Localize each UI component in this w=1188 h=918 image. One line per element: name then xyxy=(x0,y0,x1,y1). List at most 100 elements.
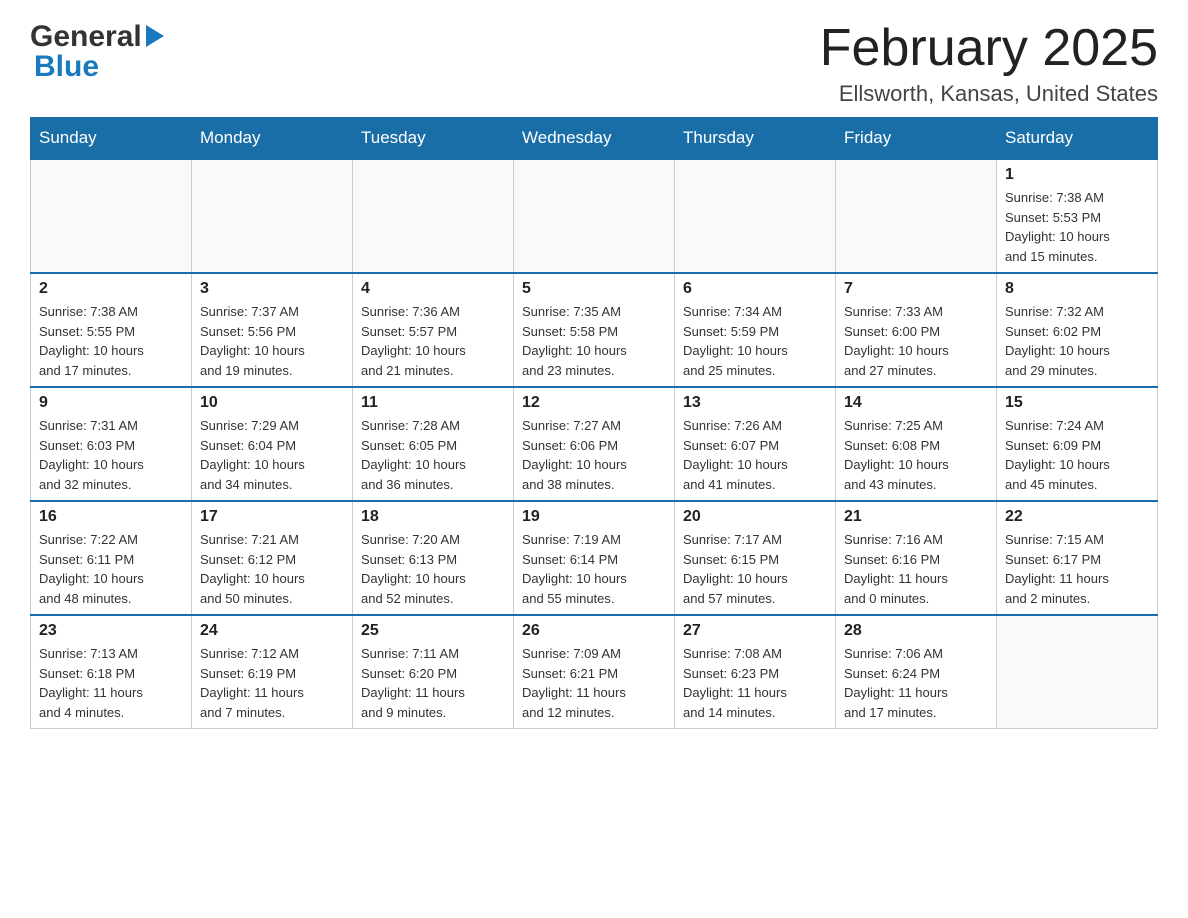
day-info: Sunrise: 7:06 AM Sunset: 6:24 PM Dayligh… xyxy=(844,644,988,722)
calendar-week-row: 16 Sunrise: 7:22 AM Sunset: 6:11 PM Dayli… xyxy=(31,501,1158,615)
day-info: Sunrise: 7:36 AM Sunset: 5:57 PM Dayligh… xyxy=(361,302,505,380)
day-info: Sunrise: 7:24 AM Sunset: 6:09 PM Dayligh… xyxy=(1005,416,1149,494)
calendar-day-cell: 27 Sunrise: 7:08 AM Sunset: 6:23 PM Dayli… xyxy=(675,615,836,729)
calendar-day-cell: 9Sunrise: 7:31 AM Sunset: 6:03 PM Daylig… xyxy=(31,387,192,501)
day-info: Sunrise: 7:29 AM Sunset: 6:04 PM Dayligh… xyxy=(200,416,344,494)
day-number: 7 xyxy=(844,280,988,298)
day-number: 6 xyxy=(683,280,827,298)
day-of-week-header: Friday xyxy=(836,118,997,160)
calendar-day-cell xyxy=(353,159,514,273)
day-number: 23 xyxy=(39,622,183,640)
calendar-day-cell: 15 Sunrise: 7:24 AM Sunset: 6:09 PM Dayli… xyxy=(997,387,1158,501)
day-info: Sunrise: 7:25 AM Sunset: 6:08 PM Dayligh… xyxy=(844,416,988,494)
day-number: 20 xyxy=(683,508,827,526)
calendar-day-cell: 26 Sunrise: 7:09 AM Sunset: 6:21 PM Dayli… xyxy=(514,615,675,729)
day-info: Sunrise: 7:13 AM Sunset: 6:18 PM Dayligh… xyxy=(39,644,183,722)
day-of-week-header: Tuesday xyxy=(353,118,514,160)
day-number: 5 xyxy=(522,280,666,298)
calendar-day-cell: 19 Sunrise: 7:19 AM Sunset: 6:14 PM Dayli… xyxy=(514,501,675,615)
logo-general-text: General xyxy=(30,20,142,54)
calendar-day-cell: 16 Sunrise: 7:22 AM Sunset: 6:11 PM Dayli… xyxy=(31,501,192,615)
calendar-table: SundayMondayTuesdayWednesdayThursdayFrid… xyxy=(30,117,1158,729)
calendar-header: SundayMondayTuesdayWednesdayThursdayFrid… xyxy=(31,118,1158,160)
day-number: 19 xyxy=(522,508,666,526)
calendar-day-cell: 22 Sunrise: 7:15 AM Sunset: 6:17 PM Dayli… xyxy=(997,501,1158,615)
calendar-day-cell xyxy=(514,159,675,273)
logo-blue-text: Blue xyxy=(34,50,99,84)
day-number: 13 xyxy=(683,394,827,412)
day-info: Sunrise: 7:19 AM Sunset: 6:14 PM Dayligh… xyxy=(522,530,666,608)
day-info: Sunrise: 7:34 AM Sunset: 5:59 PM Dayligh… xyxy=(683,302,827,380)
day-of-week-header: Saturday xyxy=(997,118,1158,160)
day-info: Sunrise: 7:15 AM Sunset: 6:17 PM Dayligh… xyxy=(1005,530,1149,608)
day-number: 3 xyxy=(200,280,344,298)
calendar-day-cell xyxy=(836,159,997,273)
calendar-day-cell: 25 Sunrise: 7:11 AM Sunset: 6:20 PM Dayli… xyxy=(353,615,514,729)
calendar-week-row: 2 Sunrise: 7:38 AM Sunset: 5:55 PM Daylig… xyxy=(31,273,1158,387)
calendar-day-cell: 23 Sunrise: 7:13 AM Sunset: 6:18 PM Dayli… xyxy=(31,615,192,729)
calendar-day-cell: 12Sunrise: 7:27 AM Sunset: 6:06 PM Dayli… xyxy=(514,387,675,501)
calendar-week-row: 9Sunrise: 7:31 AM Sunset: 6:03 PM Daylig… xyxy=(31,387,1158,501)
day-info: Sunrise: 7:22 AM Sunset: 6:11 PM Dayligh… xyxy=(39,530,183,608)
calendar-day-cell: 21Sunrise: 7:16 AM Sunset: 6:16 PM Dayli… xyxy=(836,501,997,615)
calendar-day-cell: 18Sunrise: 7:20 AM Sunset: 6:13 PM Dayli… xyxy=(353,501,514,615)
calendar-day-cell xyxy=(192,159,353,273)
day-number: 1 xyxy=(1005,166,1149,184)
calendar-day-cell: 17 Sunrise: 7:21 AM Sunset: 6:12 PM Dayli… xyxy=(192,501,353,615)
day-number: 28 xyxy=(844,622,988,640)
day-number: 2 xyxy=(39,280,183,298)
day-info: Sunrise: 7:37 AM Sunset: 5:56 PM Dayligh… xyxy=(200,302,344,380)
logo: General Blue xyxy=(30,20,164,84)
day-info: Sunrise: 7:12 AM Sunset: 6:19 PM Dayligh… xyxy=(200,644,344,722)
day-number: 25 xyxy=(361,622,505,640)
day-of-week-header: Sunday xyxy=(31,118,192,160)
day-number: 22 xyxy=(1005,508,1149,526)
day-number: 8 xyxy=(1005,280,1149,298)
calendar-day-cell: 20Sunrise: 7:17 AM Sunset: 6:15 PM Dayli… xyxy=(675,501,836,615)
day-info: Sunrise: 7:27 AM Sunset: 6:06 PM Dayligh… xyxy=(522,416,666,494)
day-number: 27 xyxy=(683,622,827,640)
calendar-body: 1Sunrise: 7:38 AM Sunset: 5:53 PM Daylig… xyxy=(31,159,1158,729)
day-number: 16 xyxy=(39,508,183,526)
day-info: Sunrise: 7:09 AM Sunset: 6:21 PM Dayligh… xyxy=(522,644,666,722)
calendar-day-cell xyxy=(31,159,192,273)
day-of-week-header: Monday xyxy=(192,118,353,160)
day-number: 24 xyxy=(200,622,344,640)
day-info: Sunrise: 7:21 AM Sunset: 6:12 PM Dayligh… xyxy=(200,530,344,608)
calendar-day-cell: 14Sunrise: 7:25 AM Sunset: 6:08 PM Dayli… xyxy=(836,387,997,501)
calendar-day-cell: 2 Sunrise: 7:38 AM Sunset: 5:55 PM Daylig… xyxy=(31,273,192,387)
calendar-day-cell: 7 Sunrise: 7:33 AM Sunset: 6:00 PM Daylig… xyxy=(836,273,997,387)
day-number: 15 xyxy=(1005,394,1149,412)
calendar-day-cell: 1Sunrise: 7:38 AM Sunset: 5:53 PM Daylig… xyxy=(997,159,1158,273)
page-title: February 2025 xyxy=(820,20,1158,77)
calendar-day-cell: 4 Sunrise: 7:36 AM Sunset: 5:57 PM Daylig… xyxy=(353,273,514,387)
calendar-day-cell: 24 Sunrise: 7:12 AM Sunset: 6:19 PM Dayli… xyxy=(192,615,353,729)
day-number: 17 xyxy=(200,508,344,526)
page-header: General Blue February 2025 Ellsworth, Ka… xyxy=(30,20,1158,107)
day-info: Sunrise: 7:33 AM Sunset: 6:00 PM Dayligh… xyxy=(844,302,988,380)
calendar-day-cell: 28 Sunrise: 7:06 AM Sunset: 6:24 PM Dayli… xyxy=(836,615,997,729)
day-number: 21 xyxy=(844,508,988,526)
calendar-week-row: 1Sunrise: 7:38 AM Sunset: 5:53 PM Daylig… xyxy=(31,159,1158,273)
page-subtitle: Ellsworth, Kansas, United States xyxy=(820,81,1158,107)
day-number: 18 xyxy=(361,508,505,526)
day-number: 4 xyxy=(361,280,505,298)
calendar-day-cell: 3 Sunrise: 7:37 AM Sunset: 5:56 PM Daylig… xyxy=(192,273,353,387)
days-of-week-row: SundayMondayTuesdayWednesdayThursdayFrid… xyxy=(31,118,1158,160)
calendar-day-cell: 6 Sunrise: 7:34 AM Sunset: 5:59 PM Daylig… xyxy=(675,273,836,387)
day-number: 11 xyxy=(361,394,505,412)
calendar-day-cell: 8Sunrise: 7:32 AM Sunset: 6:02 PM Daylig… xyxy=(997,273,1158,387)
day-info: Sunrise: 7:08 AM Sunset: 6:23 PM Dayligh… xyxy=(683,644,827,722)
day-number: 9 xyxy=(39,394,183,412)
day-number: 26 xyxy=(522,622,666,640)
day-of-week-header: Thursday xyxy=(675,118,836,160)
calendar-day-cell: 11 Sunrise: 7:28 AM Sunset: 6:05 PM Dayli… xyxy=(353,387,514,501)
day-info: Sunrise: 7:35 AM Sunset: 5:58 PM Dayligh… xyxy=(522,302,666,380)
logo-triangle-icon xyxy=(144,25,164,52)
calendar-day-cell: 5 Sunrise: 7:35 AM Sunset: 5:58 PM Daylig… xyxy=(514,273,675,387)
day-of-week-header: Wednesday xyxy=(514,118,675,160)
day-info: Sunrise: 7:28 AM Sunset: 6:05 PM Dayligh… xyxy=(361,416,505,494)
day-info: Sunrise: 7:38 AM Sunset: 5:55 PM Dayligh… xyxy=(39,302,183,380)
day-info: Sunrise: 7:11 AM Sunset: 6:20 PM Dayligh… xyxy=(361,644,505,722)
calendar-day-cell: 10Sunrise: 7:29 AM Sunset: 6:04 PM Dayli… xyxy=(192,387,353,501)
